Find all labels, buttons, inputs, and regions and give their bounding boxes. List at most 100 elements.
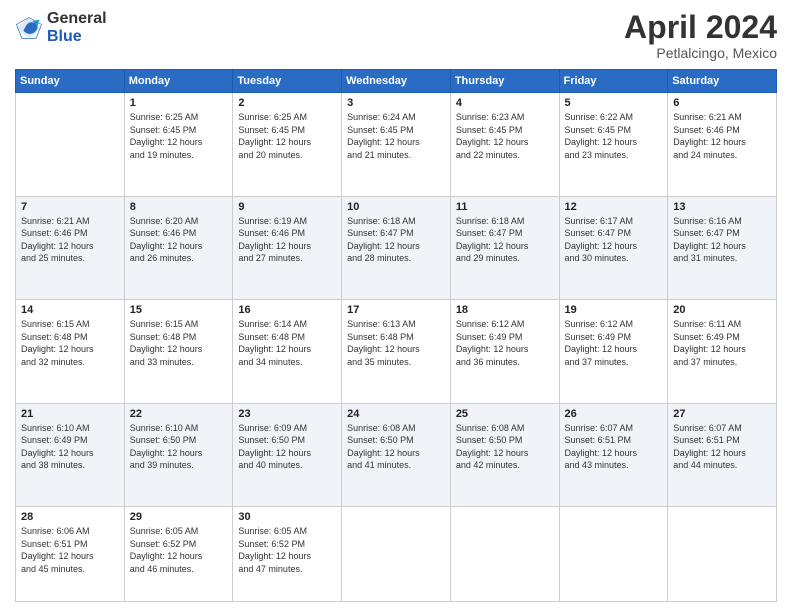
day-number: 22 bbox=[130, 408, 228, 420]
day-number: 12 bbox=[565, 201, 663, 213]
day-info: Sunrise: 6:06 AM Sunset: 6:51 PM Dayligh… bbox=[21, 525, 119, 575]
day-info: Sunrise: 6:11 AM Sunset: 6:49 PM Dayligh… bbox=[673, 318, 771, 368]
day-number: 13 bbox=[673, 201, 771, 213]
calendar-table: SundayMondayTuesdayWednesdayThursdayFrid… bbox=[15, 69, 777, 602]
calendar-cell: 7 Sunrise: 6:21 AM Sunset: 6:46 PM Daylig… bbox=[16, 196, 125, 299]
calendar-header-sunday: Sunday bbox=[16, 70, 125, 93]
day-number: 10 bbox=[347, 201, 445, 213]
title-month: April 2024 bbox=[624, 10, 777, 45]
calendar-cell: 3 Sunrise: 6:24 AM Sunset: 6:45 PM Daylig… bbox=[342, 93, 451, 196]
day-info: Sunrise: 6:25 AM Sunset: 6:45 PM Dayligh… bbox=[238, 111, 336, 161]
day-info: Sunrise: 6:20 AM Sunset: 6:46 PM Dayligh… bbox=[130, 215, 228, 265]
day-number: 6 bbox=[673, 97, 771, 109]
calendar-cell: 29Sunrise: 6:05 AM Sunset: 6:52 PM Dayli… bbox=[124, 507, 233, 602]
day-number: 16 bbox=[238, 304, 336, 316]
calendar-cell: 6 Sunrise: 6:21 AM Sunset: 6:46 PM Daylig… bbox=[668, 93, 777, 196]
logo-general: General bbox=[47, 10, 107, 28]
day-info: Sunrise: 6:22 AM Sunset: 6:45 PM Dayligh… bbox=[565, 111, 663, 161]
day-info: Sunrise: 6:15 AM Sunset: 6:48 PM Dayligh… bbox=[21, 318, 119, 368]
calendar-cell bbox=[342, 507, 451, 602]
day-info: Sunrise: 6:16 AM Sunset: 6:47 PM Dayligh… bbox=[673, 215, 771, 265]
calendar-cell bbox=[16, 93, 125, 196]
calendar-cell: 28 Sunrise: 6:06 AM Sunset: 6:51 PM Dayli… bbox=[16, 507, 125, 602]
day-info: Sunrise: 6:21 AM Sunset: 6:46 PM Dayligh… bbox=[21, 215, 119, 265]
day-info: Sunrise: 6:15 AM Sunset: 6:48 PM Dayligh… bbox=[130, 318, 228, 368]
calendar-header-wednesday: Wednesday bbox=[342, 70, 451, 93]
day-info: Sunrise: 6:18 AM Sunset: 6:47 PM Dayligh… bbox=[456, 215, 554, 265]
day-number: 5 bbox=[565, 97, 663, 109]
calendar-cell: 22 Sunrise: 6:10 AM Sunset: 6:50 PM Dayli… bbox=[124, 403, 233, 506]
calendar-cell bbox=[668, 507, 777, 602]
day-number: 28 bbox=[21, 511, 119, 523]
calendar-header-saturday: Saturday bbox=[668, 70, 777, 93]
calendar-cell: 1 Sunrise: 6:25 AM Sunset: 6:45 PM Daylig… bbox=[124, 93, 233, 196]
day-info: Sunrise: 6:24 AM Sunset: 6:45 PM Dayligh… bbox=[347, 111, 445, 161]
logo-text: General Blue bbox=[47, 10, 107, 45]
day-number: 7 bbox=[21, 201, 119, 213]
calendar-cell: 26 Sunrise: 6:07 AM Sunset: 6:51 PM Dayli… bbox=[559, 403, 668, 506]
calendar-cell: 14 Sunrise: 6:15 AM Sunset: 6:48 PM Dayli… bbox=[16, 300, 125, 403]
day-info: Sunrise: 6:18 AM Sunset: 6:47 PM Dayligh… bbox=[347, 215, 445, 265]
day-info: Sunrise: 6:08 AM Sunset: 6:50 PM Dayligh… bbox=[347, 422, 445, 472]
calendar-cell: 23 Sunrise: 6:09 AM Sunset: 6:50 PM Dayli… bbox=[233, 403, 342, 506]
day-number: 20 bbox=[673, 304, 771, 316]
day-number: 26 bbox=[565, 408, 663, 420]
calendar-header-friday: Friday bbox=[559, 70, 668, 93]
day-number: 30 bbox=[238, 511, 336, 523]
calendar-cell: 2 Sunrise: 6:25 AM Sunset: 6:45 PM Daylig… bbox=[233, 93, 342, 196]
calendar-cell: 30 Sunrise: 6:05 AM Sunset: 6:52 PM Dayli… bbox=[233, 507, 342, 602]
calendar-cell: 21Sunrise: 6:10 AM Sunset: 6:49 PM Dayli… bbox=[16, 403, 125, 506]
day-number: 25 bbox=[456, 408, 554, 420]
calendar-header-row: SundayMondayTuesdayWednesdayThursdayFrid… bbox=[16, 70, 777, 93]
day-info: Sunrise: 6:10 AM Sunset: 6:49 PM Dayligh… bbox=[21, 422, 119, 472]
day-info: Sunrise: 6:08 AM Sunset: 6:50 PM Dayligh… bbox=[456, 422, 554, 472]
calendar-cell: 13 Sunrise: 6:16 AM Sunset: 6:47 PM Dayli… bbox=[668, 196, 777, 299]
calendar-cell: 15 Sunrise: 6:15 AM Sunset: 6:48 PM Dayli… bbox=[124, 300, 233, 403]
title-block: April 2024 Petlalcingo, Mexico bbox=[624, 10, 777, 61]
calendar-header-thursday: Thursday bbox=[450, 70, 559, 93]
calendar-cell bbox=[450, 507, 559, 602]
day-info: Sunrise: 6:05 AM Sunset: 6:52 PM Dayligh… bbox=[238, 525, 336, 575]
day-number: 15 bbox=[130, 304, 228, 316]
day-info: Sunrise: 6:10 AM Sunset: 6:50 PM Dayligh… bbox=[130, 422, 228, 472]
logo-blue: Blue bbox=[47, 28, 107, 46]
calendar-cell: 5 Sunrise: 6:22 AM Sunset: 6:45 PM Daylig… bbox=[559, 93, 668, 196]
logo-icon bbox=[15, 14, 43, 42]
day-number: 19 bbox=[565, 304, 663, 316]
day-number: 1 bbox=[130, 97, 228, 109]
calendar-cell: 18 Sunrise: 6:12 AM Sunset: 6:49 PM Dayli… bbox=[450, 300, 559, 403]
calendar-cell: 20 Sunrise: 6:11 AM Sunset: 6:49 PM Dayli… bbox=[668, 300, 777, 403]
day-number: 23 bbox=[238, 408, 336, 420]
calendar-cell: 10 Sunrise: 6:18 AM Sunset: 6:47 PM Dayli… bbox=[342, 196, 451, 299]
logo: General Blue bbox=[15, 10, 107, 45]
calendar-week-4: 21Sunrise: 6:10 AM Sunset: 6:49 PM Dayli… bbox=[16, 403, 777, 506]
calendar-cell: 27Sunrise: 6:07 AM Sunset: 6:51 PM Dayli… bbox=[668, 403, 777, 506]
day-info: Sunrise: 6:12 AM Sunset: 6:49 PM Dayligh… bbox=[456, 318, 554, 368]
calendar-header-monday: Monday bbox=[124, 70, 233, 93]
day-number: 4 bbox=[456, 97, 554, 109]
calendar-week-1: 1 Sunrise: 6:25 AM Sunset: 6:45 PM Daylig… bbox=[16, 93, 777, 196]
day-number: 14 bbox=[21, 304, 119, 316]
calendar-cell: 11Sunrise: 6:18 AM Sunset: 6:47 PM Dayli… bbox=[450, 196, 559, 299]
day-number: 3 bbox=[347, 97, 445, 109]
day-number: 2 bbox=[238, 97, 336, 109]
calendar-cell: 12Sunrise: 6:17 AM Sunset: 6:47 PM Dayli… bbox=[559, 196, 668, 299]
day-info: Sunrise: 6:23 AM Sunset: 6:45 PM Dayligh… bbox=[456, 111, 554, 161]
day-info: Sunrise: 6:19 AM Sunset: 6:46 PM Dayligh… bbox=[238, 215, 336, 265]
calendar-cell: 25 Sunrise: 6:08 AM Sunset: 6:50 PM Dayli… bbox=[450, 403, 559, 506]
calendar-week-2: 7 Sunrise: 6:21 AM Sunset: 6:46 PM Daylig… bbox=[16, 196, 777, 299]
day-info: Sunrise: 6:12 AM Sunset: 6:49 PM Dayligh… bbox=[565, 318, 663, 368]
day-info: Sunrise: 6:09 AM Sunset: 6:50 PM Dayligh… bbox=[238, 422, 336, 472]
page: General Blue April 2024 Petlalcingo, Mex… bbox=[0, 0, 792, 612]
day-number: 9 bbox=[238, 201, 336, 213]
calendar-cell: 8Sunrise: 6:20 AM Sunset: 6:46 PM Daylig… bbox=[124, 196, 233, 299]
day-info: Sunrise: 6:14 AM Sunset: 6:48 PM Dayligh… bbox=[238, 318, 336, 368]
day-number: 18 bbox=[456, 304, 554, 316]
calendar-cell: 9 Sunrise: 6:19 AM Sunset: 6:46 PM Daylig… bbox=[233, 196, 342, 299]
day-info: Sunrise: 6:07 AM Sunset: 6:51 PM Dayligh… bbox=[565, 422, 663, 472]
calendar-cell: 19 Sunrise: 6:12 AM Sunset: 6:49 PM Dayli… bbox=[559, 300, 668, 403]
day-info: Sunrise: 6:21 AM Sunset: 6:46 PM Dayligh… bbox=[673, 111, 771, 161]
day-info: Sunrise: 6:25 AM Sunset: 6:45 PM Dayligh… bbox=[130, 111, 228, 161]
header: General Blue April 2024 Petlalcingo, Mex… bbox=[15, 10, 777, 61]
day-info: Sunrise: 6:05 AM Sunset: 6:52 PM Dayligh… bbox=[130, 525, 228, 575]
